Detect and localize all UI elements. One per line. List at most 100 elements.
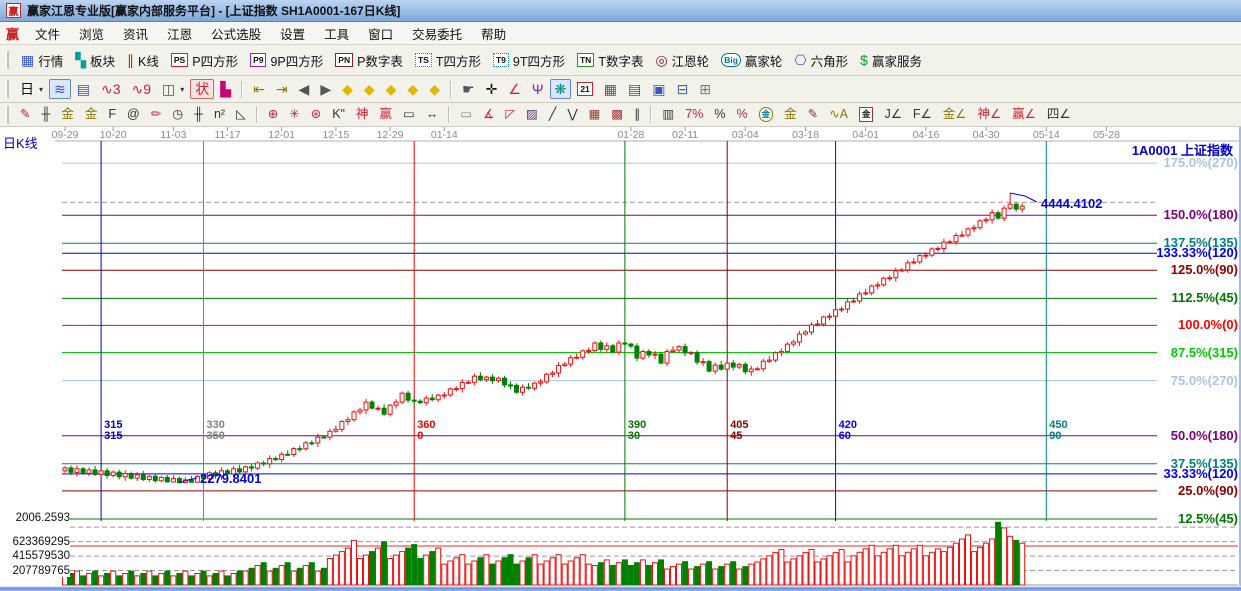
menu-item-3[interactable]: 资讯	[114, 22, 157, 45]
diamond-left[interactable]: ◆	[337, 79, 358, 99]
j-angle[interactable]: J∠	[879, 105, 906, 124]
stat-bars[interactable]: ▥	[657, 105, 679, 124]
gann-grid[interactable]: ╫	[36, 105, 55, 124]
si-angle[interactable]: 四∠	[1042, 105, 1076, 124]
ying-angle[interactable]: 赢∠	[1007, 105, 1041, 124]
gann-psi-tool[interactable]: Ψ	[527, 79, 549, 99]
menu-item-10[interactable]: 帮助	[472, 22, 515, 45]
gold-angle[interactable]: 金∠	[938, 105, 972, 124]
t-number-table[interactable]: TN T数字表	[572, 48, 648, 73]
grid-fence-icon: ╫	[194, 107, 203, 122]
grid-fence[interactable]: ╫	[189, 105, 208, 124]
winner-service[interactable]: $ 赢家服务	[855, 48, 927, 73]
candle-style-dropdown[interactable]: ◫ ▾	[157, 79, 189, 99]
hand-tool[interactable]: ☛	[457, 79, 480, 99]
calendar-21[interactable]: 21	[572, 79, 597, 100]
gold-hline[interactable]: 金	[779, 105, 802, 124]
toolbar-grip[interactable]	[5, 51, 9, 69]
trend-lines[interactable]: ╱	[544, 105, 562, 124]
hexagon[interactable]: ⎔ 六角形	[789, 48, 853, 73]
shen-angle[interactable]: 神∠	[972, 105, 1006, 124]
save-disk[interactable]: ▣	[647, 79, 670, 99]
brush-red[interactable]: ✎	[803, 105, 823, 124]
gann-wheel[interactable]: ◎ 江恩轮	[650, 48, 714, 73]
diamond-right[interactable]: ◆	[359, 79, 380, 99]
n-square[interactable]: n²	[209, 105, 230, 124]
menu-item-6[interactable]: 设置	[271, 22, 314, 45]
p-number-table[interactable]: PN P数字表	[330, 48, 408, 73]
angle-mirror[interactable]: ◺	[231, 105, 251, 124]
crosshair-tool[interactable]: ✛	[481, 79, 503, 99]
measure-h[interactable]: ↔	[421, 105, 444, 124]
menu-item-5[interactable]: 公式选股	[202, 22, 270, 45]
net-data[interactable]: ⊟	[671, 79, 693, 99]
percent[interactable]: %	[709, 105, 730, 124]
terminal[interactable]: ⊞	[694, 79, 716, 99]
target-cross[interactable]: ⊕	[263, 105, 283, 124]
pattern-tool[interactable]: 状	[190, 79, 215, 99]
toolbar-grip[interactable]	[5, 105, 9, 124]
k-note[interactable]: K"	[327, 105, 350, 124]
nav-first[interactable]: ⇤	[248, 79, 270, 99]
p9-square[interactable]: P9 9P四方形	[245, 48, 328, 73]
percent-line[interactable]: %	[731, 105, 752, 124]
nav-prev[interactable]: ◀	[294, 79, 315, 99]
t9-square[interactable]: T9 9T四方形	[488, 48, 570, 73]
t-square[interactable]: TS T四方形	[410, 48, 486, 73]
toolbar-grip[interactable]	[5, 80, 9, 98]
menu-item-2[interactable]: 浏览	[70, 22, 113, 45]
diamond-allextend[interactable]: ◆	[424, 79, 445, 99]
brain-map-tool[interactable]: ❋	[549, 79, 572, 99]
menu-item-9[interactable]: 交易委托	[403, 22, 471, 45]
wave-3-tool[interactable]: ∿3	[96, 79, 126, 99]
f-angle[interactable]: F∠	[908, 105, 937, 124]
shen-mark[interactable]: 神	[351, 105, 374, 124]
info-document[interactable]: ▤	[72, 79, 95, 99]
ruler-123[interactable]: ▭	[398, 105, 420, 124]
winner-wheel[interactable]: Big 赢家轮	[716, 48, 787, 73]
menu-item-4[interactable]: 江恩	[158, 22, 201, 45]
ying-mark[interactable]: 赢	[374, 105, 397, 124]
spider-web[interactable]: ⊛	[306, 105, 326, 124]
spiral-tool[interactable]: @	[122, 105, 145, 124]
profile-chart[interactable]: ▙	[215, 79, 236, 99]
calculator[interactable]: ▦	[599, 79, 622, 99]
p-square[interactable]: PS P四方形	[166, 48, 243, 73]
price-grid-corner[interactable]: ▩	[606, 105, 628, 124]
gold-circle[interactable]: 金	[754, 104, 779, 125]
parallel-lines[interactable]: ∥	[629, 105, 645, 124]
gann-box-dark[interactable]: ▨	[521, 105, 543, 124]
nav-last[interactable]: ⇥	[271, 79, 293, 99]
nav-next[interactable]: ▶	[315, 79, 336, 99]
period-day-dropdown[interactable]: 日 ▾	[15, 79, 48, 99]
sectors[interactable]: ▚ 板块	[70, 48, 120, 73]
diamond-hextend[interactable]: ◆	[381, 79, 402, 99]
wave-overlay[interactable]: ∿A	[824, 105, 853, 124]
rect-select[interactable]: ▭	[455, 105, 477, 124]
star-web[interactable]: ✳	[284, 105, 304, 124]
menu-item-1[interactable]: 文件	[26, 22, 69, 45]
wave-9-tool[interactable]: ∿9	[127, 79, 157, 99]
draw-pen[interactable]: ✎	[15, 105, 35, 124]
kline[interactable]: ∥ K线	[122, 48, 164, 73]
gold-gate-1[interactable]: 金	[56, 105, 79, 124]
f-gate[interactable]: F	[103, 105, 121, 124]
time-cycle[interactable]: ◷	[167, 105, 188, 124]
menu-item-8[interactable]: 窗口	[359, 22, 402, 45]
compass-tool[interactable]: ∠	[503, 79, 526, 99]
kline-chart-area[interactable]: 日K线 1A0001 上证指数 4444.4102 2279.8401 2006…	[0, 127, 1241, 591]
zigzag[interactable]: ⋁	[562, 105, 582, 124]
gann-fan[interactable]: ∡	[478, 105, 499, 124]
marker-pen[interactable]: ✏	[146, 105, 166, 124]
diamond-compress[interactable]: ◆	[402, 79, 423, 99]
price-grid[interactable]: ▦	[584, 105, 606, 124]
gold-box[interactable]: 金	[854, 104, 879, 125]
market-quotes[interactable]: ▦ 行情	[16, 48, 68, 73]
diamond-left-icon: ◆	[342, 81, 353, 97]
menu-item-7[interactable]: 工具	[315, 22, 358, 45]
seven-percent[interactable]: 7%	[680, 105, 708, 124]
zoom-wave-tool[interactable]: ≋	[49, 79, 71, 99]
gann-fan-box[interactable]: ◸	[500, 105, 520, 124]
gold-gate-2[interactable]: 金	[80, 105, 103, 124]
report-notes[interactable]: ▤	[623, 79, 646, 99]
